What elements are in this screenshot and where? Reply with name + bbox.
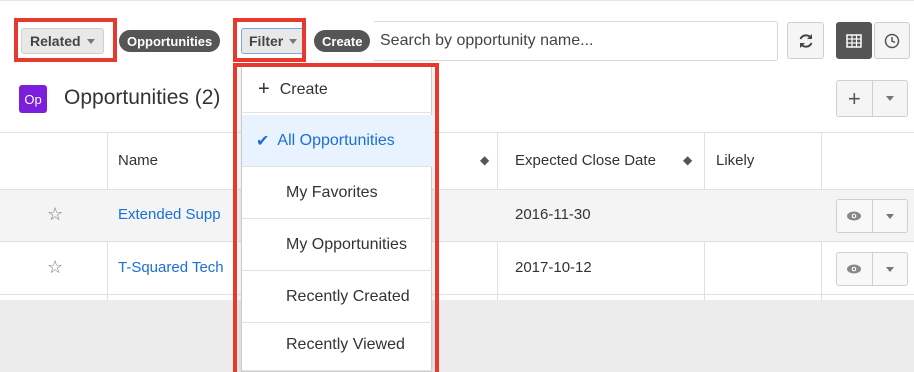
close-date-cell: 2017-10-12: [515, 259, 592, 276]
filter-dropdown-menu: + Create ✔ All Opportunities My Favorite…: [241, 66, 433, 372]
record-link[interactable]: Extended Supp: [118, 206, 236, 223]
clock-icon: [884, 33, 900, 48]
page-title: Opportunities (2): [64, 86, 221, 109]
chevron-down-icon: [86, 38, 95, 44]
table-row: ☆ Extended Supp 2016-11-30: [0, 190, 914, 242]
plus-icon: +: [258, 78, 270, 100]
sort-icon[interactable]: ◆: [480, 153, 489, 167]
plus-icon[interactable]: +: [837, 81, 872, 116]
column-header-close-date[interactable]: Expected Close Date: [515, 152, 656, 169]
chevron-down-icon: [289, 38, 298, 44]
filter-item-label: My Opportunities: [286, 235, 407, 253]
filter-create-label: Create: [279, 80, 328, 98]
filter-label: Filter: [249, 33, 284, 49]
eye-icon[interactable]: [837, 253, 872, 285]
filter-item-my-opportunities[interactable]: My Opportunities: [242, 219, 433, 271]
filter-item-favorites[interactable]: My Favorites: [242, 167, 433, 219]
filter-item-recently-created[interactable]: Recently Created: [242, 271, 433, 323]
chevron-down-icon[interactable]: [871, 200, 908, 232]
module-badge: Op: [19, 85, 47, 113]
star-icon[interactable]: ☆: [47, 257, 63, 278]
search-input[interactable]: [380, 23, 776, 59]
filter-item-label: My Favorites: [286, 183, 378, 201]
eye-icon[interactable]: [837, 200, 872, 232]
empty-area: [0, 300, 914, 372]
filter-item-recently-viewed[interactable]: Recently Viewed: [242, 319, 433, 371]
filter-dropdown-button[interactable]: Filter: [241, 28, 306, 54]
record-link[interactable]: T-Squared Tech: [118, 259, 236, 276]
table-grid-icon: [846, 33, 862, 48]
related-label: Related: [30, 33, 81, 49]
close-date-cell: 2016-11-30: [515, 206, 591, 223]
filter-item-label: Recently Viewed: [286, 335, 405, 353]
refresh-button[interactable]: [787, 22, 824, 59]
module-pill[interactable]: Opportunities: [119, 30, 221, 52]
row-actions[interactable]: [836, 199, 908, 233]
column-header-name[interactable]: Name: [118, 152, 158, 169]
row-actions[interactable]: [836, 252, 908, 286]
sort-icon[interactable]: ◆: [683, 153, 692, 167]
create-record-button-group[interactable]: +: [836, 80, 908, 117]
star-icon[interactable]: ☆: [47, 204, 63, 225]
chevron-down-icon[interactable]: [871, 81, 908, 116]
check-icon: ✔: [256, 132, 270, 150]
refresh-icon: [799, 33, 812, 48]
filter-item-label: All Opportunities: [277, 131, 395, 149]
subpanel-toolbar: Related Opportunities Filter Create: [0, 0, 914, 70]
related-dropdown-button[interactable]: Related: [21, 28, 104, 54]
list-view-button[interactable]: [836, 22, 872, 59]
chevron-down-icon[interactable]: [871, 253, 908, 285]
table-row: ☆ T-Squared Tech 2017-10-12: [0, 243, 914, 295]
activity-view-button[interactable]: [874, 22, 910, 59]
column-header-likely[interactable]: Likely: [716, 152, 754, 169]
filter-item-label: Recently Created: [286, 287, 410, 305]
create-filter-pill[interactable]: Create: [314, 30, 371, 52]
filter-item-all[interactable]: ✔ All Opportunities: [242, 115, 433, 167]
filter-create-item[interactable]: + Create: [242, 67, 433, 113]
